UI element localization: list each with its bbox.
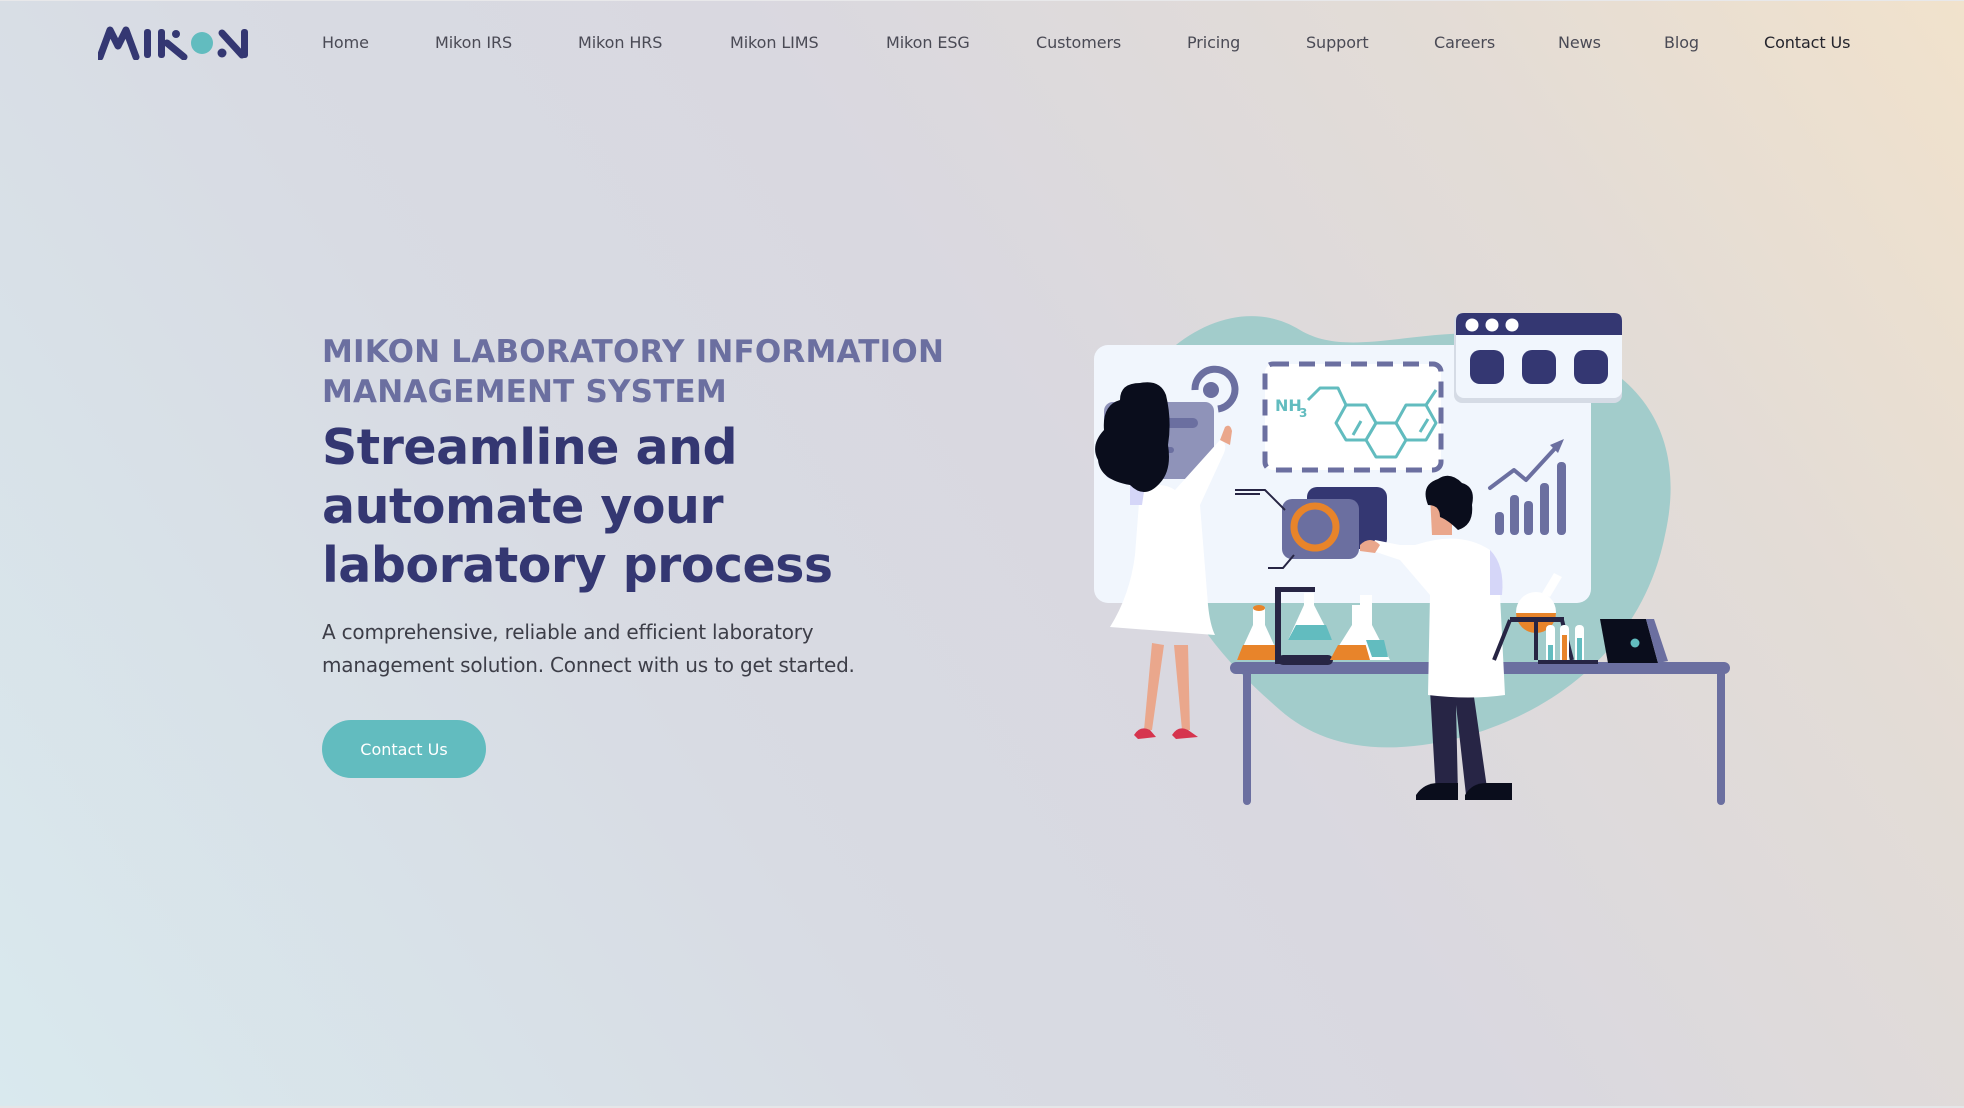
nav-pricing[interactable]: Pricing	[1187, 33, 1240, 52]
contact-us-button[interactable]: Contact Us	[322, 720, 486, 778]
nav-news[interactable]: News	[1558, 33, 1601, 52]
formula-subscript: 3	[1299, 406, 1307, 420]
nav-contact-us[interactable]: Contact Us	[1764, 33, 1850, 52]
main-nav: Home Mikon IRS Mikon HRS Mikon LIMS Miko…	[0, 33, 1964, 57]
nav-mikon-lims[interactable]: Mikon LIMS	[730, 33, 819, 52]
nav-home[interactable]: Home	[322, 33, 369, 52]
nav-mikon-irs[interactable]: Mikon IRS	[435, 33, 512, 52]
hero-lead: A comprehensive, reliable and efficient …	[322, 620, 855, 677]
nav-support[interactable]: Support	[1306, 33, 1369, 52]
top-border	[0, 0, 1964, 1]
hero-headline: Streamline and automate your laboratory …	[322, 419, 833, 594]
nav-mikon-esg[interactable]: Mikon ESG	[886, 33, 970, 52]
formula-label: NH	[1275, 396, 1302, 415]
nav-mikon-hrs[interactable]: Mikon HRS	[578, 33, 662, 52]
hero-eyebrow: MIKON LABORATORY INFORMATION MANAGEMENT …	[322, 334, 945, 410]
formula-box	[1262, 361, 1444, 473]
lab-illustration: NH 3	[1090, 305, 1740, 805]
two-scientists-illustration: NH 3	[1094, 313, 1730, 805]
laptop	[1600, 619, 1668, 663]
nav-customers[interactable]: Customers	[1036, 33, 1121, 52]
nav-careers[interactable]: Careers	[1434, 33, 1495, 52]
nav-blog[interactable]: Blog	[1664, 33, 1699, 52]
